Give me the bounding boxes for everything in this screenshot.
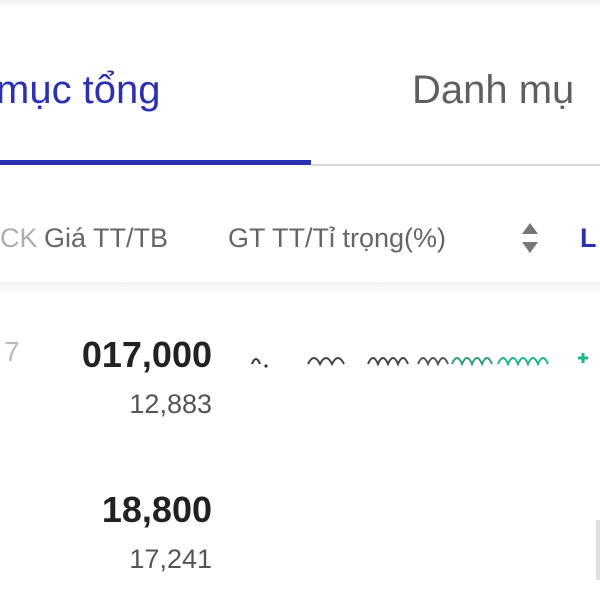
row-cutoff-text: 7 bbox=[4, 336, 20, 367]
market-price: 017,000 bbox=[81, 334, 212, 375]
tab-divider bbox=[311, 164, 600, 166]
column-header-value[interactable]: GT TT/Tỉ trọng(%) bbox=[228, 218, 446, 258]
average-price: 17,241 bbox=[129, 544, 212, 574]
column-header-price[interactable]: Giá TT/TB bbox=[44, 218, 168, 258]
market-value-obscured bbox=[251, 353, 588, 368]
table-row[interactable]: 18,800 17,241 bbox=[0, 485, 600, 585]
tab-overall-portfolio[interactable]: mục tổng bbox=[0, 60, 161, 120]
column-header-next[interactable]: L bbox=[580, 218, 597, 258]
header-separator bbox=[0, 282, 600, 298]
column-header-stock[interactable]: CK bbox=[0, 218, 44, 258]
average-price: 12,883 bbox=[129, 389, 212, 419]
portfolio-screen: mục tổng Danh mụ CK Giá TT/TB GT TT/Tỉ t… bbox=[0, 0, 600, 600]
tab-portfolio-list[interactable]: Danh mụ bbox=[412, 60, 574, 120]
scrollbar[interactable] bbox=[596, 520, 600, 580]
sort-icon[interactable] bbox=[520, 221, 540, 255]
market-price: 18,800 bbox=[101, 489, 212, 530]
table-row[interactable]: 7 017,000 12,883 bbox=[0, 330, 600, 430]
top-shadow bbox=[0, 0, 600, 8]
active-tab-indicator bbox=[0, 160, 311, 165]
